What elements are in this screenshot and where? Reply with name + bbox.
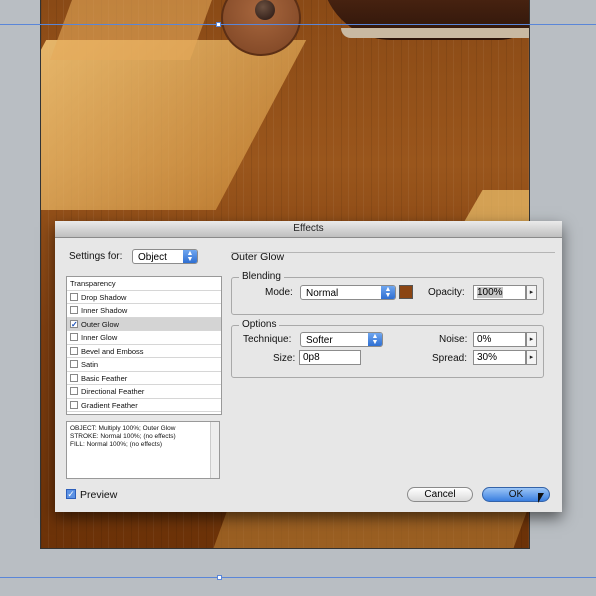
- list-item-label: Transparency: [70, 279, 116, 288]
- checkbox[interactable]: [70, 373, 78, 382]
- list-item-drop-shadow[interactable]: Drop Shadow: [67, 291, 221, 304]
- summary-scrollbar[interactable]: [210, 422, 219, 478]
- checkbox-checked[interactable]: ✓: [70, 319, 78, 328]
- noise-field[interactable]: 0%: [473, 332, 526, 347]
- floor-light-patch: [41, 40, 307, 210]
- spread-value: 30%: [477, 352, 498, 363]
- effects-summary: OBJECT: Multiply 100%; Outer Glow STROKE…: [66, 421, 220, 479]
- size-label: Size:: [273, 353, 296, 364]
- preview-checkbox[interactable]: ✓: [66, 489, 76, 499]
- list-item-label: Directional Feather: [81, 387, 145, 396]
- list-item-outer-glow[interactable]: ✓ Outer Glow: [67, 317, 221, 331]
- cancel-button[interactable]: Cancel: [407, 487, 473, 502]
- checkbox[interactable]: [70, 400, 78, 409]
- effects-list: Transparency Drop Shadow Inner Shadow ✓ O…: [66, 276, 222, 415]
- spread-arrow-icon[interactable]: ▸: [526, 350, 537, 365]
- glow-color-swatch[interactable]: [399, 285, 413, 299]
- checkbox[interactable]: [70, 292, 78, 301]
- ruler-guide-top[interactable]: [0, 24, 596, 25]
- spread-field[interactable]: 30%: [473, 350, 526, 365]
- chevron-updown-icon: ▲ ▼: [381, 286, 395, 299]
- checkbox[interactable]: [70, 306, 78, 314]
- summary-line: FILL: Normal 100%; (no effects): [70, 441, 163, 448]
- technique-label: Technique:: [243, 334, 292, 345]
- checkbox[interactable]: [70, 346, 78, 355]
- opacity-value: 100%: [477, 287, 503, 298]
- list-item-label: Satin: [81, 360, 99, 369]
- list-item-inner-shadow[interactable]: Inner Shadow: [67, 304, 221, 318]
- mode-value: Normal: [306, 288, 339, 299]
- floor-light-patch: [50, 0, 212, 60]
- list-item-basic-feather[interactable]: Basic Feather: [67, 372, 221, 385]
- shoe-sole: [341, 28, 529, 38]
- summary-line: OBJECT: Multiply 100%; Outer Glow: [70, 425, 176, 432]
- noise-value: 0%: [477, 334, 492, 345]
- settings-for-label: Settings for:: [69, 251, 123, 262]
- noise-label: Noise:: [439, 334, 468, 345]
- technique-select[interactable]: Softer ▲ ▼: [300, 332, 383, 347]
- opacity-arrow-icon[interactable]: ▸: [526, 285, 537, 300]
- settings-for-select[interactable]: Object ▲ ▼: [132, 249, 198, 264]
- list-item-label: Gradient Feather: [81, 400, 138, 410]
- mode-label: Mode:: [265, 287, 293, 298]
- checkbox[interactable]: [70, 387, 78, 395]
- checkbox[interactable]: [70, 360, 78, 368]
- guide-handle[interactable]: [216, 22, 221, 27]
- mode-select[interactable]: Normal ▲ ▼: [300, 285, 396, 300]
- list-item-label: Inner Glow: [81, 333, 118, 342]
- ruler-guide-bottom[interactable]: [0, 577, 596, 578]
- list-item-label: Bevel and Emboss: [81, 346, 144, 356]
- list-item-bevel-and-emboss[interactable]: Bevel and Emboss: [67, 345, 221, 358]
- spread-label: Spread:: [432, 353, 468, 364]
- options-title: Options: [239, 319, 280, 330]
- list-item-satin[interactable]: Satin: [67, 358, 221, 372]
- chevron-updown-icon: ▲ ▼: [368, 333, 382, 346]
- medal-knob: [255, 0, 275, 20]
- preview-label: Preview: [80, 489, 118, 501]
- list-item-label: Basic Feather: [81, 373, 128, 383]
- effects-dialog: Effects Settings for: Object ▲ ▼ Transpar…: [55, 221, 562, 512]
- mouse-cursor-icon: [538, 493, 544, 503]
- opacity-field[interactable]: 100%: [473, 285, 526, 300]
- blending-title: Blending: [239, 271, 284, 282]
- opacity-label: Opacity:: [428, 287, 465, 298]
- list-item-gradient-feather[interactable]: Gradient Feather: [67, 399, 221, 412]
- list-item-directional-feather[interactable]: Directional Feather: [67, 385, 221, 399]
- list-item-transparency[interactable]: Transparency: [67, 277, 221, 291]
- noise-arrow-icon[interactable]: ▸: [526, 332, 537, 347]
- list-item-inner-glow[interactable]: Inner Glow: [67, 331, 221, 345]
- settings-for-value: Object: [138, 252, 167, 263]
- dialog-title: Effects: [55, 221, 562, 238]
- guide-handle[interactable]: [217, 575, 222, 580]
- technique-value: Softer: [306, 335, 333, 346]
- size-field[interactable]: 0p8: [299, 350, 361, 365]
- divider: [231, 252, 555, 253]
- size-value: 0p8: [303, 352, 320, 363]
- chevron-updown-icon: ▲ ▼: [183, 250, 197, 263]
- list-item-label: Inner Shadow: [81, 306, 128, 315]
- checkbox[interactable]: [70, 333, 78, 341]
- summary-line: STROKE: Normal 100%; (no effects): [70, 433, 176, 440]
- list-item-label: Outer Glow: [81, 319, 119, 329]
- list-item-label: Drop Shadow: [81, 292, 127, 302]
